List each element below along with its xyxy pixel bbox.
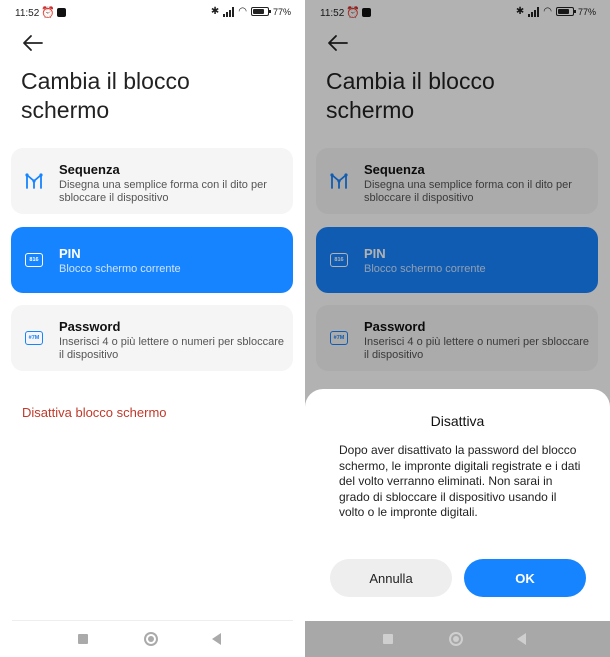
left-screen: 11:52 ⏰ ✱ ◠ 77% Cambia il blocco schermo…	[0, 0, 305, 657]
dialog-body: Dopo aver disattivato la password del bl…	[339, 443, 581, 519]
option-title: Sequenza	[59, 162, 120, 177]
signal-icon	[223, 6, 235, 17]
status-time: 11:52	[15, 8, 40, 19]
page-title: Cambia il blocco schermo	[21, 68, 190, 123]
home-icon[interactable]	[449, 632, 463, 646]
option-title: PIN	[59, 246, 81, 261]
recents-icon[interactable]	[383, 634, 393, 644]
ok-button[interactable]: OK	[464, 559, 586, 597]
disable-dialog: Disattiva Dopo aver disattivato la passw…	[305, 389, 610, 621]
bluetooth-icon: ✱	[210, 6, 220, 17]
pin-icon-label: 816	[25, 253, 43, 267]
option-desc: Blocco schermo corrente	[59, 263, 181, 275]
option-title: Password	[59, 319, 121, 334]
pattern-icon	[25, 173, 43, 189]
option-desc: Inserisci 4 o più lettere o numeri per s…	[59, 336, 284, 361]
cancel-button[interactable]: Annulla	[330, 559, 452, 597]
status-icons: ✱ ◠ 77%	[211, 6, 291, 17]
status-bar: 11:52 ⏰ ✱ ◠ 77%	[0, 0, 305, 26]
notification-icon	[57, 8, 66, 17]
battery-percent: 77%	[272, 6, 291, 17]
nav-back-icon[interactable]	[212, 633, 221, 645]
pin-icon: 816	[25, 251, 43, 269]
option-desc: Disegna una semplice forma con il dito p…	[59, 179, 267, 204]
option-pin[interactable]: 816 PIN Blocco schermo corrente	[11, 227, 293, 293]
battery-icon	[250, 7, 271, 16]
disable-lock-link[interactable]: Disattiva blocco schermo	[22, 405, 167, 420]
alarm-icon: ⏰	[41, 7, 55, 19]
wifi-icon: ◠	[238, 6, 247, 17]
password-icon-label: #7M	[25, 331, 43, 345]
nav-bar	[305, 621, 610, 657]
home-icon[interactable]	[144, 632, 158, 646]
password-icon: #7M	[25, 329, 43, 347]
recents-icon[interactable]	[78, 634, 88, 644]
right-screen: 11:52 ⏰ ✱ ◠ 77% Cambia il blocco schermo…	[305, 0, 610, 657]
nav-bar	[0, 621, 305, 657]
option-password[interactable]: #7M Password Inserisci 4 o più lettere o…	[11, 305, 293, 371]
nav-back-icon[interactable]	[517, 633, 526, 645]
back-arrow-icon[interactable]	[22, 33, 44, 53]
dialog-title: Disattiva	[430, 413, 485, 429]
option-sequenza[interactable]: Sequenza Disegna una semplice forma con …	[11, 148, 293, 214]
